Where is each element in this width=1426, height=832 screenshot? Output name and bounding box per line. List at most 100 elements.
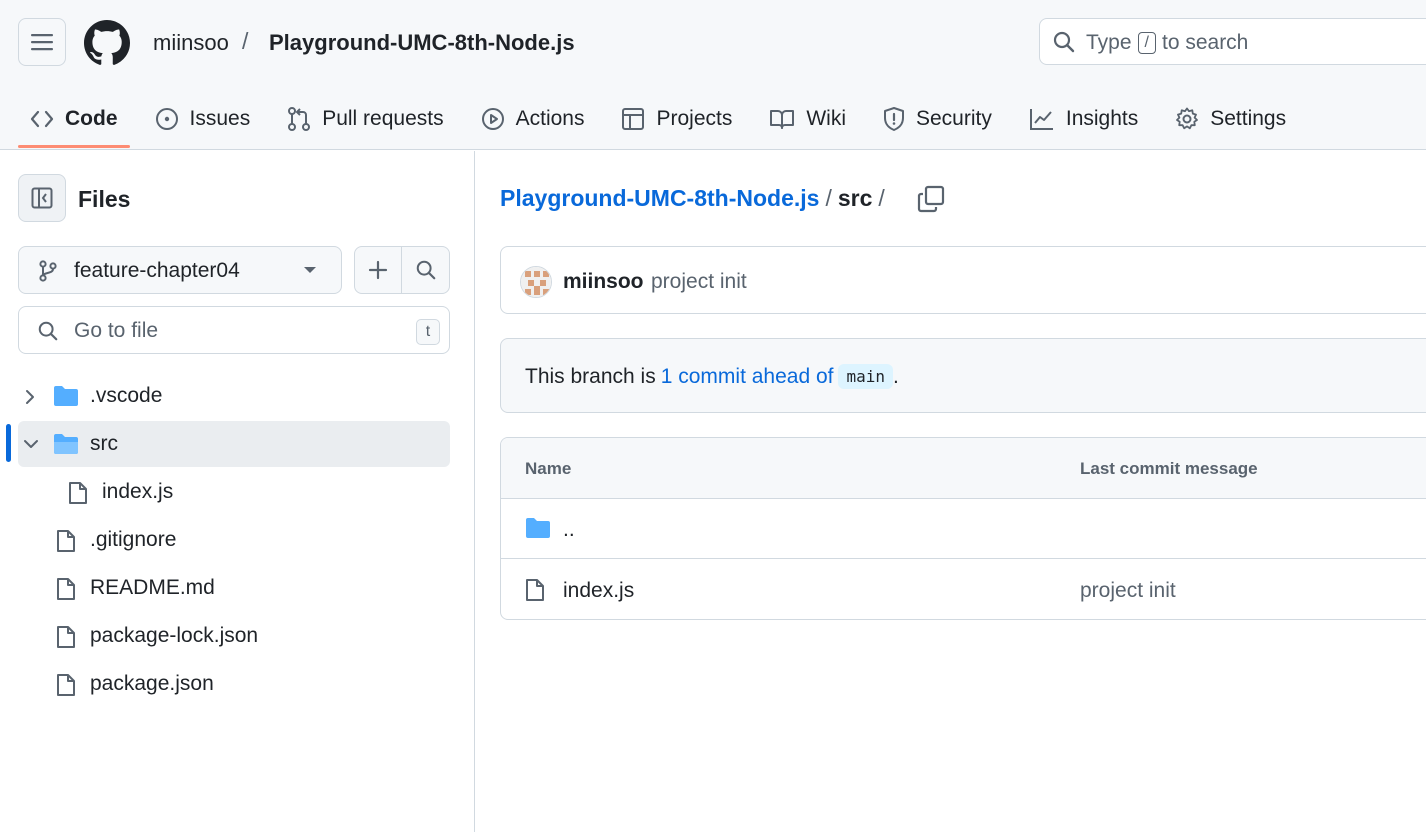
tab-pull-requests[interactable]: Pull requests [275,90,455,148]
go-to-file-input[interactable]: Go to file t [18,306,450,354]
folder-icon [526,518,550,538]
global-search-input[interactable]: Type / to search [1039,18,1426,65]
tree-item-vscode[interactable]: .vscode [18,373,450,419]
gear-icon [1176,107,1199,130]
graph-icon [1029,109,1053,130]
tab-projects[interactable]: Projects [609,90,744,148]
tree-item-package-lock[interactable]: package-lock.json [18,613,450,659]
repo-name-link[interactable]: Playground-UMC-8th-Node.js [269,30,575,56]
tab-settings[interactable]: Settings [1163,90,1298,148]
breadcrumb-current-dir: src [837,185,873,211]
tab-actions[interactable]: Actions [469,90,597,148]
tab-security[interactable]: Security [871,90,1004,148]
commit-author[interactable]: miinsoo [563,270,644,294]
tree-item-package-json[interactable]: package.json [18,661,450,707]
search-shortcut-key: / [1137,32,1156,54]
file-tree-sidebar: Files feature-chapter04 Go to file t .vs… [0,151,475,832]
tree-item-label: .vscode [90,384,163,407]
file-icon [526,579,544,601]
path-separator: / [242,28,249,54]
table-row[interactable]: .. [501,499,1426,559]
tab-issues-label: Issues [189,107,251,130]
search-prefix: Type [1086,31,1132,54]
tab-settings-label: Settings [1210,107,1287,130]
breadcrumb-repo-link[interactable]: Playground-UMC-8th-Node.js [500,185,819,212]
tab-security-label: Security [916,107,992,130]
github-logo-icon[interactable] [84,20,130,66]
table-icon [622,108,645,130]
file-icon [57,674,75,696]
tab-code-label: Code [65,107,118,130]
table-row[interactable]: index.js project init [501,560,1426,619]
collapse-sidebar-button[interactable] [18,174,66,222]
tree-action-buttons [354,246,450,294]
tab-projects-label: Projects [656,107,733,130]
repo-tabs: Code Issues Pull requests Actions Projec… [18,90,1311,148]
issue-icon [155,108,178,130]
file-listing-table: Name Last commit message .. index.js pro… [500,437,1426,620]
plus-icon [368,260,388,280]
tab-actions-label: Actions [515,107,585,130]
app-header: miinsoo / Playground-UMC-8th-Node.js Typ… [0,0,1426,150]
sidebar-title: Files [78,186,131,212]
sidebar-collapse-icon [31,187,53,209]
tree-item-index-js[interactable]: index.js [18,469,450,515]
tab-wiki-label: Wiki [806,107,846,130]
tree-item-label: package-lock.json [90,624,259,647]
play-icon [481,108,504,130]
go-to-file-shortcut: t [416,319,440,345]
breadcrumb-separator: / [825,185,832,211]
chevron-down-icon [24,440,38,448]
parent-directory-link[interactable]: .. [563,518,575,542]
base-branch-label: main [838,364,894,389]
add-file-button[interactable] [355,247,403,293]
selection-indicator [6,424,11,462]
commits-ahead-link[interactable]: 1 commit ahead of [661,365,834,389]
search-files-button[interactable] [402,247,449,293]
breadcrumb-separator: / [878,185,885,211]
search-suffix: to search [1161,31,1249,54]
tree-item-label: README.md [90,576,215,599]
tree-item-label: index.js [102,480,174,503]
folder-open-icon [54,434,78,454]
avatar[interactable] [520,266,552,298]
copy-path-icon[interactable] [917,185,945,213]
file-icon [69,482,87,504]
menu-button[interactable] [18,18,66,66]
branch-status-prefix: This branch is [525,364,656,388]
file-icon [57,578,75,600]
branch-name: feature-chapter04 [74,259,240,282]
tab-pull-requests-label: Pull requests [322,107,444,130]
repo-owner-link[interactable]: miinsoo [153,30,229,56]
go-to-file-placeholder: Go to file [74,319,159,342]
tree-item-src[interactable]: src [18,421,450,467]
row-commit-message[interactable]: project init [1080,579,1176,603]
book-icon [770,110,795,129]
commit-message[interactable]: project init [651,270,747,294]
shield-icon [884,107,904,131]
pull-request-icon [288,107,311,131]
tree-item-gitignore[interactable]: .gitignore [18,517,450,563]
tab-code[interactable]: Code [18,90,130,148]
tree-item-readme[interactable]: README.md [18,565,450,611]
column-header-name: Name [525,459,572,478]
folder-icon [54,386,78,406]
file-icon [57,626,75,648]
branch-status-banner: This branch is 1 commit ahead of main . [500,338,1426,413]
table-header: Name Last commit message [501,438,1426,499]
tab-issues[interactable]: Issues [143,90,263,148]
search-icon [1053,31,1075,53]
file-icon [57,530,75,552]
search-icon [416,260,435,280]
chevron-right-icon [26,390,34,404]
latest-commit-box: miinsoo project init [500,246,1426,314]
branch-selector[interactable]: feature-chapter04 [18,246,342,294]
tab-insights[interactable]: Insights [1017,90,1150,148]
branch-icon [39,260,57,282]
breadcrumb: Playground-UMC-8th-Node.js / src / [500,185,891,212]
file-link[interactable]: index.js [563,579,634,603]
tree-item-label: src [90,432,118,455]
tab-wiki[interactable]: Wiki [757,90,858,148]
hamburger-icon [31,34,53,51]
caret-down-icon [304,267,316,273]
